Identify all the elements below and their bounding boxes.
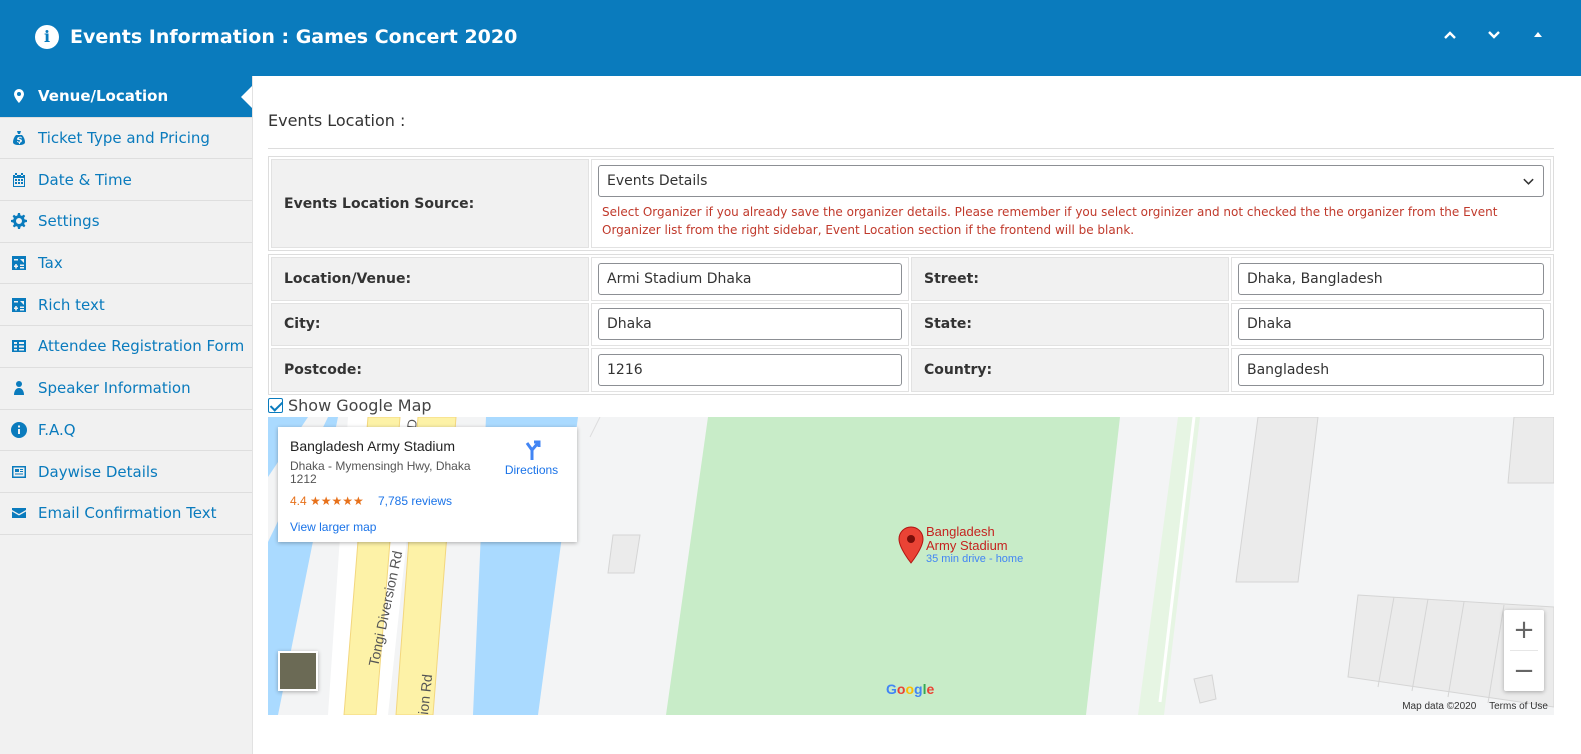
google-logo: Google (886, 681, 935, 697)
place-name: Bangladesh Army Stadium (290, 438, 455, 454)
id-card-icon (0, 464, 38, 480)
city-label: City: (271, 302, 589, 346)
source-label: Events Location Source: (271, 159, 589, 248)
venue-label: Location/Venue: (271, 257, 589, 301)
show-map-label: Show Google Map (288, 396, 432, 415)
sidebar-item-speaker-information[interactable]: Speaker Information (0, 368, 252, 410)
directions-button[interactable]: Directions (504, 439, 559, 477)
rich-text-icon (0, 297, 38, 313)
show-map-checkbox[interactable] (268, 398, 283, 413)
park-area (666, 417, 1120, 715)
show-map-toggle[interactable]: Show Google Map (268, 396, 432, 415)
chevron-down-icon[interactable] (1484, 27, 1504, 47)
calendar-icon (0, 172, 38, 188)
sidebar-item-label: Date & Time (38, 170, 132, 189)
source-note: Select Organizer if you already save the… (602, 205, 1498, 237)
location-fields-table: Location/Venue: Armi Stadium Dhaka Stree… (268, 254, 1554, 395)
postcode-input[interactable]: 1216 (598, 353, 902, 386)
sidebar-item-email-confirmation[interactable]: Email Confirmation Text (0, 493, 252, 535)
sidebar-item-ticket-type[interactable]: Ticket Type and Pricing (0, 118, 252, 160)
zoom-controls: + − (1504, 610, 1544, 691)
street-label: Street: (911, 257, 1229, 301)
sidebar-item-faq[interactable]: F.A.Q (0, 410, 252, 452)
pin-label: Bangladesh Army Stadium (926, 525, 1008, 553)
divider (268, 148, 1554, 149)
sidebar-item-venue-location[interactable]: Venue/Location (0, 76, 252, 118)
sidebar-item-label: Ticket Type and Pricing (38, 129, 210, 148)
zoom-out-button[interactable]: − (1504, 651, 1544, 691)
sidebar-item-label: F.A.Q (38, 420, 76, 439)
sidebar-item-label: Tax (38, 254, 63, 273)
reviews-link[interactable]: 7,785 reviews (378, 494, 452, 508)
pin-sublabel: 35 min drive - home (926, 553, 1024, 565)
sidebar-item-tax[interactable]: Tax (0, 243, 252, 285)
map-attribution: Map data ©2020 Terms of Use (1392, 701, 1548, 712)
sidebar-item-daywise-details[interactable]: Daywise Details (0, 451, 252, 493)
sidebar-item-label: Email Confirmation Text (38, 504, 217, 523)
postcode-label: Postcode: (271, 348, 589, 392)
venue-input[interactable]: Armi Stadium Dhaka (598, 262, 902, 295)
header-bar: i Events Information : Games Concert 202… (0, 0, 1581, 76)
chevron-down-icon (1523, 178, 1534, 185)
directions-icon (525, 440, 540, 460)
state-input[interactable]: Dhaka (1238, 308, 1544, 341)
section-title: Events Location : (268, 111, 406, 130)
info-icon: i (35, 25, 59, 49)
sidebar-item-settings[interactable]: Settings (0, 201, 252, 243)
state-label: State: (911, 302, 1229, 346)
zoom-in-button[interactable]: + (1504, 610, 1544, 650)
envelope-icon (0, 505, 38, 521)
view-larger-map-link[interactable]: View larger map (290, 520, 376, 534)
sidebar-item-label: Speaker Information (38, 379, 191, 398)
gear-icon (0, 213, 38, 230)
sidebar-item-label: Rich text (38, 295, 105, 314)
sidebar-item-rich-text[interactable]: Rich text (0, 284, 252, 327)
sidebar-item-label: Daywise Details (38, 462, 158, 481)
sidebar-item-label: Settings (38, 212, 100, 231)
country-input[interactable]: Bangladesh (1238, 353, 1544, 386)
sidebar-item-date-time[interactable]: Date & Time (0, 159, 252, 202)
place-rating: 4.4 ★★★★★ (290, 494, 364, 508)
google-map[interactable]: Tongi Diversion Rd ion Rd D Bangladesh A… (268, 417, 1554, 715)
pin-label-line-1: Bangladesh (926, 524, 995, 539)
sidebar-item-label: Attendee Registration Form (38, 337, 245, 356)
place-address: Dhaka - Mymensingh Hwy, Dhaka 1212 (290, 459, 471, 486)
street-input[interactable]: Dhaka, Bangladesh (1238, 262, 1544, 295)
pin-label-line-2: Army Stadium (926, 538, 1008, 553)
triangle-up-icon[interactable] (1528, 27, 1548, 47)
satellite-toggle[interactable] (278, 651, 318, 691)
chevron-up-icon[interactable] (1440, 27, 1460, 47)
source-cell: Events Details Select Organizer if you a… (591, 159, 1551, 248)
sidebar-item-attendee-registration[interactable]: Attendee Registration Form (0, 326, 252, 368)
directions-label: Directions (504, 463, 559, 477)
money-bag-icon (0, 130, 38, 146)
place-card: Bangladesh Army Stadium Dhaka - Mymensin… (278, 427, 577, 542)
map-pin-icon (0, 88, 38, 104)
sidebar: Venue/Location Ticket Type and Pricing D… (0, 76, 253, 754)
building (607, 534, 641, 574)
country-label: Country: (911, 348, 1229, 392)
location-source-table: Events Location Source: Events Details S… (268, 156, 1554, 251)
terms-link[interactable]: Terms of Use (1489, 701, 1548, 712)
info-icon (0, 421, 38, 438)
person-icon (0, 380, 38, 396)
page-title: Events Information : Games Concert 2020 (70, 26, 518, 48)
sidebar-item-label: Venue/Location (38, 87, 169, 106)
select-value: Events Details (607, 173, 708, 189)
table-icon (0, 338, 38, 354)
tax-icon (0, 255, 38, 271)
city-input[interactable]: Dhaka (598, 308, 902, 341)
location-source-select[interactable]: Events Details (598, 165, 1544, 197)
building (1507, 417, 1554, 484)
map-data-text: Map data ©2020 (1402, 701, 1477, 712)
